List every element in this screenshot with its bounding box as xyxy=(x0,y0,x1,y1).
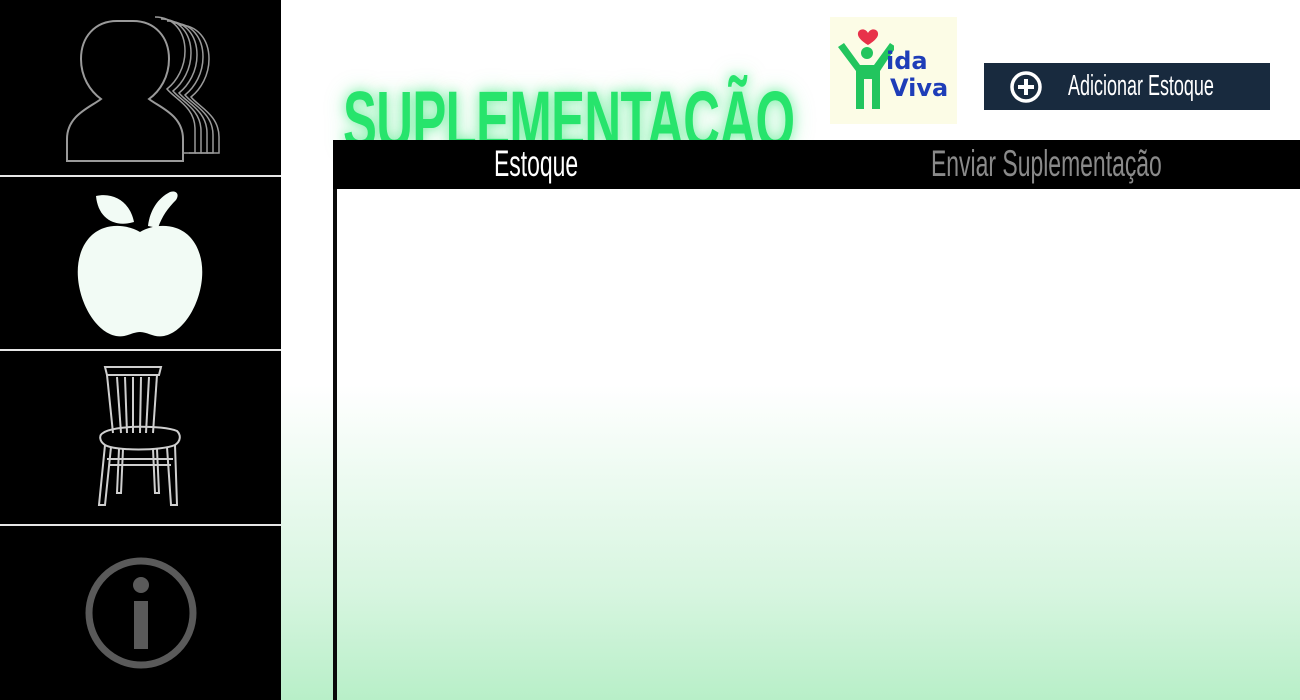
sidebar xyxy=(0,0,281,700)
info-icon xyxy=(85,557,196,669)
chair-icon xyxy=(97,365,181,506)
logo-figure-icon xyxy=(838,29,894,109)
vida-viva-logo: ida Viva xyxy=(830,17,957,124)
add-stock-button[interactable]: Adicionar Estoque xyxy=(984,63,1270,110)
logo-word-bottom: Viva xyxy=(890,74,949,102)
logo-word-top: ida xyxy=(886,47,928,75)
add-stock-label: Adicionar Estoque xyxy=(1068,70,1214,102)
tab-bar: Estoque Enviar Suplementação xyxy=(333,140,1300,189)
sidebar-item-chair[interactable] xyxy=(0,351,281,524)
sidebar-item-supplementation[interactable] xyxy=(0,177,281,349)
sidebar-item-users[interactable] xyxy=(0,0,281,175)
tab-stock[interactable]: Estoque xyxy=(494,140,578,189)
plus-circle-icon xyxy=(1010,71,1042,103)
apple-icon xyxy=(77,191,202,337)
sidebar-item-info[interactable] xyxy=(0,526,281,700)
tab-send-supplementation[interactable]: Enviar Suplementação xyxy=(931,140,1162,189)
stock-content-panel xyxy=(333,189,1300,700)
users-icon xyxy=(65,15,220,162)
